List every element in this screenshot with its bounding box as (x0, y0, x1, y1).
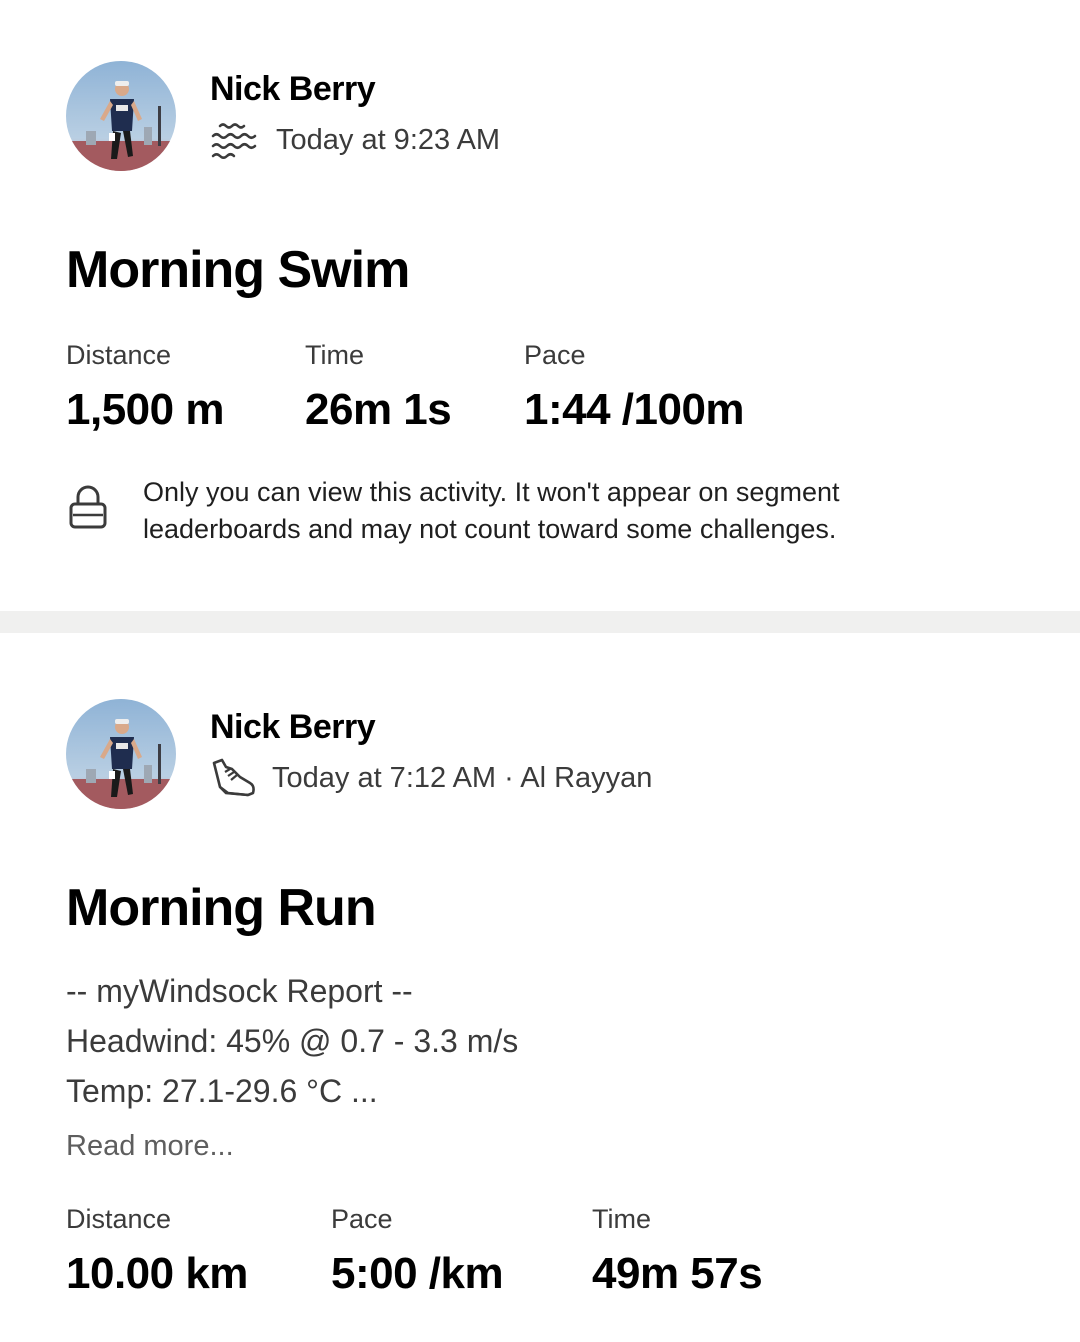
description-line: -- myWindsock Report -- (66, 973, 413, 1009)
read-more-link[interactable]: Read more... (66, 1130, 234, 1163)
stat-time: Time 49m 57s (592, 1204, 763, 1299)
stat-value: 1,500 m (66, 385, 224, 434)
description-line: Temp: 27.1-29.6 °C ... (66, 1073, 378, 1109)
activity-meta: Today at 7:12 AM · Al Rayyan (210, 758, 652, 798)
stat-label: Distance (66, 1204, 172, 1234)
description-line: Headwind: 45% @ 0.7 - 3.3 m/s (66, 1023, 519, 1059)
feed-divider (0, 611, 1080, 633)
stat-label: Time (305, 340, 364, 370)
athlete-avatar[interactable] (66, 699, 176, 809)
athlete-avatar[interactable] (66, 61, 176, 171)
activity-card-swim[interactable]: Nick Berry Today at 9:23 AM Morning Swim… (0, 0, 1080, 611)
stat-distance: Distance 10.00 km (66, 1204, 248, 1299)
activity-meta: Today at 9:23 AM (210, 120, 500, 160)
stat-label: Pace (331, 1204, 393, 1234)
lock-icon (68, 484, 108, 535)
activity-description: -- myWindsock Report -- Headwind: 45% @ … (66, 966, 966, 1116)
activity-timestamp: Today at 9:23 AM (276, 123, 501, 156)
stat-value: 1:44 /100m (524, 385, 745, 434)
avatar-photo (66, 699, 176, 809)
athlete-name[interactable]: Nick Berry (210, 70, 376, 109)
stat-value: 49m 57s (592, 1249, 763, 1298)
athlete-name[interactable]: Nick Berry (210, 708, 376, 747)
stat-distance: Distance 1,500 m (66, 340, 224, 435)
stat-time: Time 26m 1s (305, 340, 452, 435)
stat-pace: Pace 5:00 /km (331, 1204, 504, 1299)
running-shoe-icon (210, 758, 260, 798)
privacy-notice: Only you can view this activity. It won'… (66, 474, 1026, 554)
privacy-notice-text: Only you can view this activity. It won'… (143, 477, 840, 544)
avatar-photo (66, 61, 176, 171)
activity-title[interactable]: Morning Run (66, 878, 377, 938)
stat-pace: Pace 1:44 /100m (524, 340, 745, 435)
activity-timestamp-location: Today at 7:12 AM · Al Rayyan (272, 761, 653, 794)
stat-label: Distance (66, 340, 172, 370)
stat-value: 10.00 km (66, 1249, 248, 1298)
stat-label: Time (592, 1204, 651, 1234)
stat-label: Pace (524, 340, 586, 370)
stat-value: 26m 1s (305, 385, 452, 434)
activity-title[interactable]: Morning Swim (66, 240, 410, 300)
stat-value: 5:00 /km (331, 1249, 504, 1298)
swim-waves-icon (210, 120, 260, 160)
